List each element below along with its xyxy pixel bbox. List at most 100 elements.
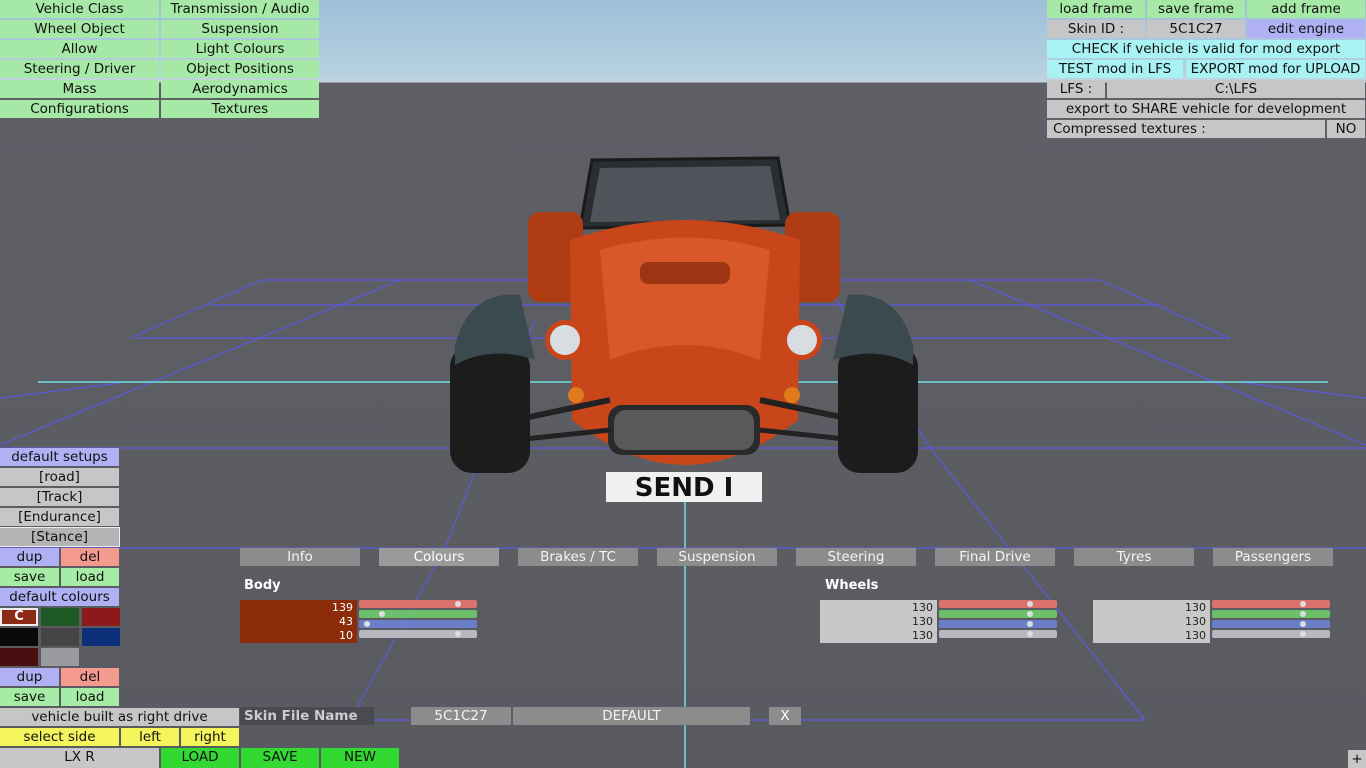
skin-file-name-field[interactable]: 5C1C27 <box>411 707 511 725</box>
setup-save-button[interactable]: save <box>0 568 59 586</box>
export-share-button[interactable]: export to SHARE vehicle for development <box>1047 100 1365 118</box>
menu-vehicle-class-button[interactable]: Vehicle Class <box>0 0 159 18</box>
blue-slider[interactable] <box>939 620 1057 628</box>
green-slider[interactable] <box>1212 610 1330 618</box>
green-slider[interactable] <box>359 610 477 618</box>
check-valid-button[interactable]: CHECK if vehicle is valid for mod export <box>1047 40 1365 58</box>
colour-swatch[interactable]: C <box>0 608 38 626</box>
colour-swatch[interactable] <box>41 648 79 666</box>
tab-suspension[interactable]: Suspension <box>657 548 777 566</box>
menu-wheel-object-button[interactable]: Wheel Object <box>0 20 159 38</box>
slider-knob[interactable] <box>1027 621 1033 627</box>
slider-knob[interactable] <box>364 621 370 627</box>
colour-swatch[interactable] <box>0 648 38 666</box>
alpha-slider[interactable] <box>939 630 1057 638</box>
right-drive-label: vehicle built as right drive <box>0 708 239 726</box>
slider-knob[interactable] <box>1300 631 1306 637</box>
tab-tyres[interactable]: Tyres <box>1074 548 1194 566</box>
drive-right-button[interactable]: right <box>181 728 239 746</box>
edit-engine-button[interactable]: edit engine <box>1247 20 1365 38</box>
compressed-textures-toggle[interactable]: NO <box>1327 120 1365 138</box>
colour-dup-button[interactable]: dup <box>0 668 59 686</box>
colour-swatch[interactable] <box>82 608 120 626</box>
save-frame-button[interactable]: save frame <box>1147 0 1245 18</box>
drive-left-button[interactable]: left <box>121 728 179 746</box>
plate-text: SEND I <box>635 473 734 503</box>
setup-endurance[interactable]: [Endurance] <box>0 508 119 526</box>
wheels-left-rgb-values: 130 130 130 <box>912 601 933 642</box>
setup-track[interactable]: [Track] <box>0 488 119 506</box>
menu-suspension-button[interactable]: Suspension <box>161 20 319 38</box>
colour-swatch[interactable] <box>41 628 79 646</box>
tab-steering[interactable]: Steering <box>796 548 916 566</box>
colour-swatch[interactable] <box>82 628 120 646</box>
car-model: SEND I <box>450 156 918 503</box>
save-button[interactable]: SAVE <box>241 748 319 768</box>
wheels-colour-swatch-left[interactable]: 130 130 130 <box>820 600 937 643</box>
export-upload-button[interactable]: EXPORT mod for UPLOAD <box>1186 60 1365 78</box>
blue-slider[interactable] <box>359 620 477 628</box>
menu-allow-button[interactable]: Allow <box>0 40 159 58</box>
body-rgb-values: 139 43 10 <box>332 601 353 642</box>
slider-knob[interactable] <box>379 611 385 617</box>
menu-textures-button[interactable]: Textures <box>161 100 319 118</box>
slider-knob[interactable] <box>1300 621 1306 627</box>
setup-stance[interactable]: [Stance] <box>0 527 120 547</box>
slider-knob[interactable] <box>1300 601 1306 607</box>
wheels-colour-swatch-right[interactable]: 130 130 130 <box>1093 600 1210 643</box>
colour-swatch[interactable] <box>41 608 79 626</box>
red-slider[interactable] <box>939 600 1057 608</box>
load-frame-button[interactable]: load frame <box>1047 0 1145 18</box>
slider-knob[interactable] <box>1027 631 1033 637</box>
skin-default-button[interactable]: DEFAULT <box>513 707 750 725</box>
alpha-slider[interactable] <box>359 630 477 638</box>
menu-steering-driver-button[interactable]: Steering / Driver <box>0 60 159 78</box>
menu-transmission-audio-button[interactable]: Transmission / Audio <box>161 0 319 18</box>
default-colours-header[interactable]: default colours <box>0 588 119 606</box>
setup-load-button[interactable]: load <box>61 568 119 586</box>
body-colour-swatch[interactable]: 139 43 10 <box>240 600 357 643</box>
blue-slider[interactable] <box>1212 620 1330 628</box>
test-mod-button[interactable]: TEST mod in LFS <box>1047 60 1183 78</box>
colour-load-button[interactable]: load <box>61 688 119 706</box>
compressed-textures-label: Compressed textures : <box>1047 120 1325 138</box>
colour-del-button[interactable]: del <box>61 668 119 686</box>
setup-road[interactable]: [road] <box>0 468 119 486</box>
tab-colours[interactable]: Colours <box>379 548 499 566</box>
skin-file-name-label: Skin File Name <box>240 707 374 725</box>
colour-save-button[interactable]: save <box>0 688 59 706</box>
menu-object-positions-button[interactable]: Object Positions <box>161 60 319 78</box>
setup-dup-button[interactable]: dup <box>0 548 59 566</box>
new-button[interactable]: NEW <box>321 748 399 768</box>
select-side-label: select side <box>0 728 119 746</box>
setup-del-button[interactable]: del <box>61 548 119 566</box>
slider-knob[interactable] <box>1300 611 1306 617</box>
menu-configurations-button[interactable]: Configurations <box>0 100 159 118</box>
slider-knob[interactable] <box>1027 601 1033 607</box>
skin-clear-button[interactable]: X <box>769 707 801 725</box>
menu-mass-button[interactable]: Mass <box>0 80 159 98</box>
tab-info[interactable]: Info <box>240 548 360 566</box>
red-slider[interactable] <box>1212 600 1330 608</box>
lfs-path[interactable]: C:\LFS <box>1107 80 1365 98</box>
load-button[interactable]: LOAD <box>161 748 239 768</box>
tab-brakes-tc[interactable]: Brakes / TC <box>518 548 638 566</box>
default-setups-header[interactable]: default setups <box>0 448 119 466</box>
red-slider[interactable] <box>359 600 477 608</box>
menu-light-colours-button[interactable]: Light Colours <box>161 40 319 58</box>
menu-aerodynamics-button[interactable]: Aerodynamics <box>161 80 319 98</box>
wheels-label: Wheels <box>825 578 879 593</box>
alpha-slider[interactable] <box>1212 630 1330 638</box>
slider-knob[interactable] <box>1027 611 1033 617</box>
lfs-label: LFS : <box>1047 80 1105 98</box>
colour-swatch[interactable] <box>0 628 38 646</box>
slider-knob[interactable] <box>455 601 461 607</box>
tab-final-drive[interactable]: Final Drive <box>935 548 1055 566</box>
green-slider[interactable] <box>939 610 1057 618</box>
tab-passengers[interactable]: Passengers <box>1213 548 1333 566</box>
expand-button[interactable]: + <box>1348 750 1366 768</box>
body-label: Body <box>244 578 281 593</box>
swatch-current-label: C <box>14 609 24 624</box>
slider-knob[interactable] <box>455 631 461 637</box>
add-frame-button[interactable]: add frame <box>1247 0 1365 18</box>
